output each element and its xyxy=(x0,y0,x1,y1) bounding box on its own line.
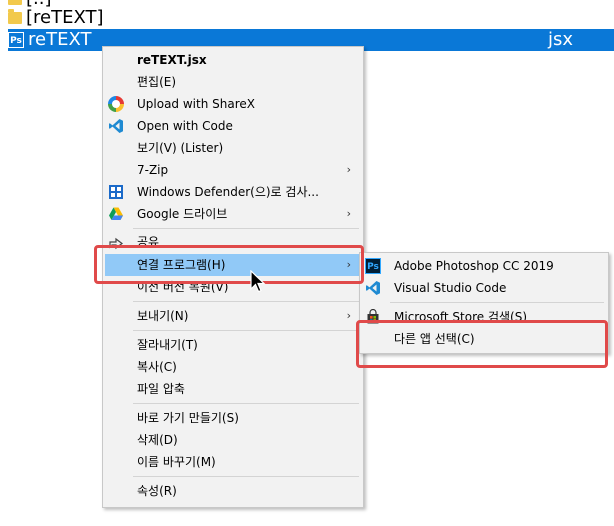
menu-item-google-drive[interactable]: Google 드라이브 › xyxy=(105,203,361,225)
google-drive-icon xyxy=(108,206,124,222)
mouse-cursor-icon xyxy=(250,270,266,293)
menu-item-compress[interactable]: 파일 압축 xyxy=(105,378,361,400)
menu-item-label: 7-Zip xyxy=(137,163,169,177)
chevron-right-icon: › xyxy=(346,309,351,322)
menu-separator xyxy=(390,302,604,303)
annotation-highlight-open-with xyxy=(94,245,364,284)
submenu-item-photoshop[interactable]: Ps Adobe Photoshop CC 2019 xyxy=(362,255,606,277)
menu-item-defender-scan[interactable]: Windows Defender(으)로 검사... xyxy=(105,181,361,203)
photoshop-icon: Ps xyxy=(8,32,24,48)
menu-item-cut[interactable]: 잘라내기(T) xyxy=(105,334,361,356)
submenu-item-vscode[interactable]: Visual Studio Code xyxy=(362,277,606,299)
menu-item-open-with-code[interactable]: Open with Code xyxy=(105,115,361,137)
menu-item-label: 파일 압축 xyxy=(137,382,185,396)
menu-item-label: Google 드라이브 xyxy=(137,207,228,221)
menu-item-label: reTEXT.jsx xyxy=(137,53,207,67)
menu-item-label: 속성(R) xyxy=(137,484,177,498)
vscode-icon xyxy=(365,280,381,296)
menu-item-label: 이름 바꾸기(M) xyxy=(137,455,216,469)
sharex-icon xyxy=(108,96,124,112)
menu-separator xyxy=(133,301,359,302)
folder-icon xyxy=(8,9,22,24)
menu-item-send-to[interactable]: 보내기(N) › xyxy=(105,305,361,327)
menu-item-create-shortcut[interactable]: 바로 가기 만들기(S) xyxy=(105,407,361,429)
menu-item-filename[interactable]: reTEXT.jsx xyxy=(105,49,361,71)
chevron-right-icon: › xyxy=(346,163,351,176)
file-name: [reTEXT] xyxy=(26,7,104,28)
menu-item-7zip[interactable]: 7-Zip › xyxy=(105,159,361,181)
menu-separator xyxy=(133,476,359,477)
menu-item-sharex[interactable]: Upload with ShareX xyxy=(105,93,361,115)
menu-item-label: Windows Defender(으)로 검사... xyxy=(137,185,319,199)
menu-item-delete[interactable]: 삭제(D) xyxy=(105,429,361,451)
folder-icon xyxy=(8,0,22,5)
menu-item-label: Open with Code xyxy=(137,119,233,133)
menu-separator xyxy=(133,228,359,229)
menu-item-label: 보내기(N) xyxy=(137,309,189,323)
menu-item-label: 편집(E) xyxy=(137,75,177,89)
file-name: reTEXT xyxy=(28,29,92,50)
photoshop-icon: Ps xyxy=(365,258,381,274)
windows-defender-icon xyxy=(108,184,124,200)
menu-item-properties[interactable]: 속성(R) xyxy=(105,480,361,502)
menu-item-edit[interactable]: 편집(E) xyxy=(105,71,361,93)
menu-item-label: 복사(C) xyxy=(137,360,177,374)
menu-item-rename[interactable]: 이름 바꾸기(M) xyxy=(105,451,361,473)
menu-item-label: Visual Studio Code xyxy=(394,281,507,295)
vscode-icon xyxy=(108,118,124,134)
menu-item-view-lister[interactable]: 보기(V) (Lister) xyxy=(105,137,361,159)
file-row-folder[interactable]: [reTEXT] xyxy=(8,7,104,29)
menu-item-label: 삭제(D) xyxy=(137,433,178,447)
menu-item-label: 잘라내기(T) xyxy=(137,338,198,352)
chevron-right-icon: › xyxy=(346,207,351,220)
menu-item-label: 바로 가기 만들기(S) xyxy=(137,411,239,425)
menu-item-label: 보기(V) (Lister) xyxy=(137,141,224,155)
menu-item-label: Adobe Photoshop CC 2019 xyxy=(394,259,554,273)
menu-separator xyxy=(133,330,359,331)
menu-separator xyxy=(133,403,359,404)
annotation-highlight-choose-app xyxy=(356,320,608,368)
menu-item-copy[interactable]: 복사(C) xyxy=(105,356,361,378)
menu-item-label: Upload with ShareX xyxy=(137,97,255,111)
file-ext: jsx xyxy=(548,29,574,50)
